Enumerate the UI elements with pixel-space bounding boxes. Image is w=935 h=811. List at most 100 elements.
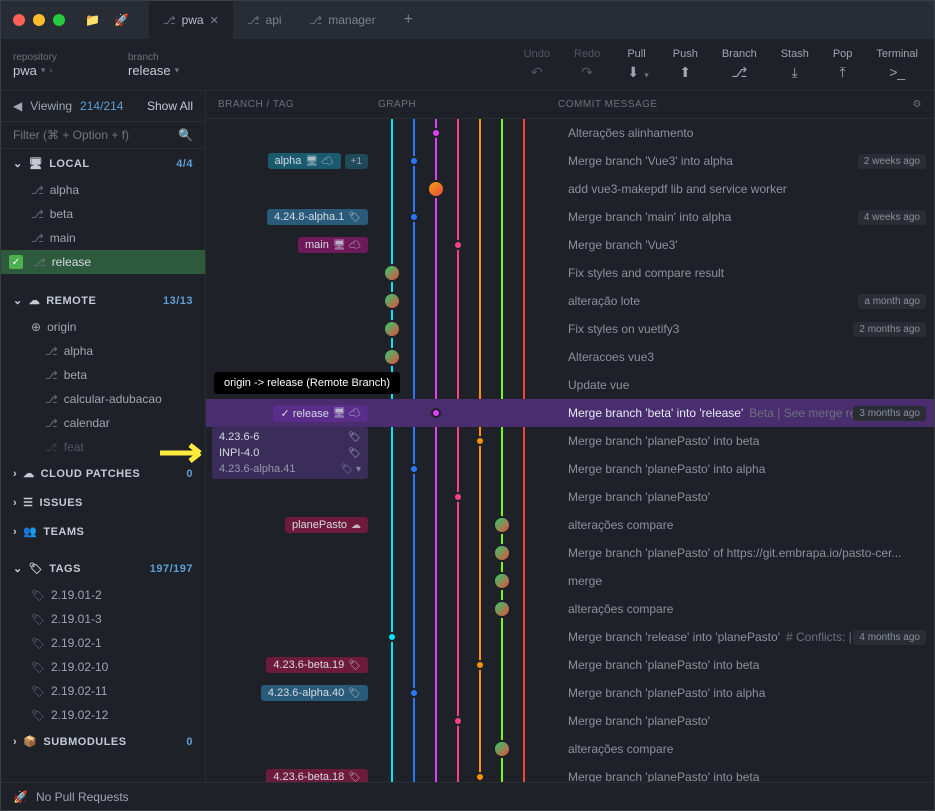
branch-selector[interactable]: branch release▾ <box>116 48 191 82</box>
commit-node[interactable] <box>475 772 485 782</box>
arrow-annotation <box>160 442 212 464</box>
commit-node[interactable] <box>431 408 441 418</box>
commit-node[interactable] <box>383 264 401 282</box>
tag-item[interactable]: 🏷2.19.02-12 <box>1 703 205 727</box>
commit-node[interactable] <box>453 240 463 250</box>
commit-row[interactable]: alpha 🖥 ☁+1Merge branch 'Vue3' into alph… <box>206 147 934 175</box>
tag-item[interactable]: 🏷2.19.02-1 <box>1 631 205 655</box>
search-icon[interactable]: 🔍 <box>178 128 193 142</box>
commit-row[interactable]: merge <box>206 567 934 595</box>
commit-node[interactable] <box>493 516 511 534</box>
commit-node[interactable] <box>453 716 463 726</box>
commit-row[interactable]: main 🖥 ☁Merge branch 'Vue3' <box>206 231 934 259</box>
commit-node[interactable] <box>431 128 441 138</box>
push-button[interactable]: Push⬆ <box>673 48 698 81</box>
local-branch-alpha[interactable]: ⎇alpha <box>1 178 205 202</box>
rocket-icon[interactable]: 🚀 <box>114 13 129 27</box>
close-icon[interactable]: ✕ <box>210 14 219 27</box>
minimize-window-icon[interactable] <box>33 14 45 26</box>
commit-message: alterações compare <box>558 518 934 532</box>
commit-node[interactable] <box>493 544 511 562</box>
show-all-button[interactable]: Show All <box>147 99 193 113</box>
remote-branch-beta[interactable]: ⎇beta <box>1 363 205 387</box>
remote-branch-calendar[interactable]: ⎇calendar <box>1 411 205 435</box>
chevron-down-icon: ⌄ <box>13 157 23 170</box>
tag-item[interactable]: 🏷2.19.01-2 <box>1 583 205 607</box>
local-branch-release[interactable]: ✓⎇release <box>1 250 205 274</box>
issues-section[interactable]: › ☰ ISSUES <box>1 488 205 517</box>
remote-section[interactable]: ⌄ ☁ REMOTE 13/13 <box>1 286 205 315</box>
tag-item[interactable]: 🏷2.19.02-10 <box>1 655 205 679</box>
commit-row[interactable]: alteração lotea month ago <box>206 287 934 315</box>
pull-button[interactable]: Pull⬇▾ <box>624 48 649 81</box>
close-window-icon[interactable] <box>13 14 25 26</box>
commit-row[interactable]: Alterações alinhamento <box>206 119 934 147</box>
add-tab-button[interactable]: + <box>390 1 427 39</box>
commit-row[interactable]: Merge branch 'planePasto' <box>206 483 934 511</box>
teams-section[interactable]: › 👥 TEAMS <box>1 517 205 546</box>
commit-row[interactable]: add vue3-makepdf lib and service worker <box>206 175 934 203</box>
terminal-button[interactable]: Terminal>_ <box>876 48 918 81</box>
remote-branch-alpha[interactable]: ⎇alpha <box>1 339 205 363</box>
commit-row[interactable]: Alteracoes vue3 <box>206 343 934 371</box>
local-branch-main[interactable]: ⎇main <box>1 226 205 250</box>
commit-node[interactable] <box>475 436 485 446</box>
local-branch-beta[interactable]: ⎇beta <box>1 202 205 226</box>
remote-origin[interactable]: ⊕origin <box>1 315 205 339</box>
pop-label: Pop <box>833 48 853 60</box>
stash-button[interactable]: Stash⤓ <box>781 48 809 81</box>
gear-icon[interactable]: ⚙ <box>913 99 922 110</box>
commit-row[interactable]: 4.23.6-alpha.40 🏷Merge branch 'planePast… <box>206 679 934 707</box>
commit-node[interactable] <box>387 632 397 642</box>
commit-node[interactable] <box>409 464 419 474</box>
commit-row[interactable]: Merge branch 'planePasto' <box>206 707 934 735</box>
commit-row[interactable]: Fix styles on vuetify32 months ago <box>206 315 934 343</box>
submodules-section[interactable]: › 📦 SUBMODULES 0 <box>1 727 205 756</box>
commit-row[interactable]: Fix styles and compare result <box>206 259 934 287</box>
commit-node[interactable] <box>493 740 511 758</box>
commit-row[interactable]: Merge branch 'planePasto' of https://git… <box>206 539 934 567</box>
filter-input[interactable] <box>13 128 178 142</box>
commit-node[interactable] <box>383 292 401 310</box>
commit-node[interactable] <box>493 600 511 618</box>
tab-api[interactable]: ⎇ api <box>233 1 296 39</box>
commit-row[interactable]: planePasto ☁alterações compare <box>206 511 934 539</box>
commit-row[interactable]: 4.24.8-alpha.1 🏷Merge branch 'main' into… <box>206 203 934 231</box>
commit-node[interactable] <box>409 688 419 698</box>
tag-stack[interactable]: 4.23.6-6🏷 INPI-4.0🏷 4.23.6-alpha.41🏷 ▾ <box>212 427 368 479</box>
commit-node[interactable] <box>383 320 401 338</box>
remote-branch-calcular[interactable]: ⎇calcular-adubacao <box>1 387 205 411</box>
commit-row[interactable]: 4.23.6-beta.19 🏷Merge branch 'planePasto… <box>206 651 934 679</box>
commit-row[interactable]: alterações compare <box>206 735 934 763</box>
local-section[interactable]: ⌄ 🖥 LOCAL 4/4 <box>1 149 205 178</box>
commit-message: Merge branch 'planePasto' of https://git… <box>558 546 934 560</box>
tab-pwa[interactable]: ⎇ pwa ✕ <box>149 1 233 39</box>
commit-node[interactable] <box>409 212 419 222</box>
pop-button[interactable]: Pop⤒ <box>833 48 853 81</box>
folder-icon[interactable]: 📁 <box>85 13 100 27</box>
commit-row[interactable]: Merge branch 'release' into 'planePasto'… <box>206 623 934 651</box>
redo-button[interactable]: Redo↷ <box>574 48 600 81</box>
commit-node[interactable] <box>453 492 463 502</box>
commit-node[interactable] <box>383 348 401 366</box>
check-icon: ✓ <box>9 255 23 269</box>
tag-item[interactable]: 🏷2.19.02-11 <box>1 679 205 703</box>
back-icon[interactable]: ◀ <box>13 99 22 113</box>
undo-button[interactable]: Undo↶ <box>524 48 550 81</box>
commit-node[interactable] <box>493 572 511 590</box>
repo-selector[interactable]: repository pwa▾› <box>1 48 116 82</box>
commit-node[interactable] <box>475 660 485 670</box>
commit-node[interactable] <box>427 180 445 198</box>
commit-row[interactable]: ✓ release 🖥 ☁Merge branch 'beta' into 'r… <box>206 399 934 427</box>
commit-list[interactable]: origin -> release (Remote Branch) Altera… <box>206 119 934 782</box>
maximize-window-icon[interactable] <box>53 14 65 26</box>
tag-item[interactable]: 🏷2.19.01-3 <box>1 607 205 631</box>
commit-node[interactable] <box>409 156 419 166</box>
branch-button[interactable]: Branch⎇ <box>722 48 757 81</box>
tags-section[interactable]: ⌄ 🏷 TAGS 197/197 <box>1 554 205 583</box>
commit-row[interactable]: 4.23.6-beta.18 🏷Merge branch 'planePasto… <box>206 763 934 782</box>
commit-row[interactable]: alterações compare <box>206 595 934 623</box>
window: 📁 🚀 ⎇ pwa ✕ ⎇ api ⎇ manager + repository… <box>0 0 935 811</box>
tab-manager[interactable]: ⎇ manager <box>296 1 390 39</box>
graph-column <box>374 287 558 315</box>
